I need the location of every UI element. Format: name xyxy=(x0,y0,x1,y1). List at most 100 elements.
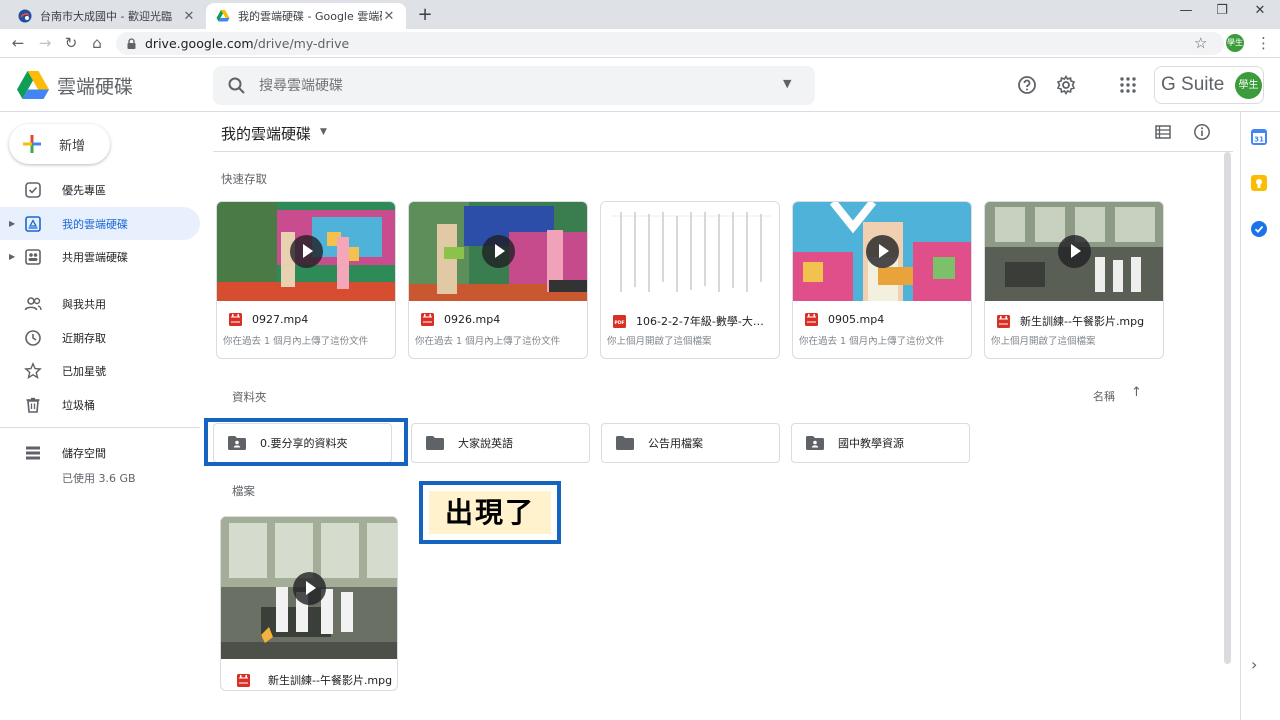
shared-with-me-icon xyxy=(24,296,42,310)
tab-school-site[interactable]: 台南市大成國中 - 歡迎光臨 ✕ xyxy=(8,3,206,29)
account-switcher[interactable]: G Suite 學生 xyxy=(1154,66,1264,104)
folders-heading: 資料夾 xyxy=(232,390,267,404)
pdf-file-icon: PDF xyxy=(613,314,626,328)
video-file-icon xyxy=(421,313,434,326)
tab-google-drive[interactable]: 我的雲端硬碟 - Google 雲端硬碟 ✕ xyxy=(206,3,406,29)
help-icon[interactable] xyxy=(1017,75,1037,95)
suggestion-reason: 你在過去 1 個月內上傳了這份文件 xyxy=(415,336,561,347)
shared-drives-icon xyxy=(25,248,41,265)
play-icon xyxy=(866,235,899,268)
sidebar-item-storage[interactable]: 儲存空間 xyxy=(0,436,200,469)
google-drive-logo[interactable] xyxy=(17,71,49,99)
annotation-callout: 出現了 xyxy=(419,481,561,544)
folder-name: 公告用檔案 xyxy=(648,437,703,450)
sidebar-item-priority[interactable]: 優先專區 xyxy=(0,173,200,206)
play-icon xyxy=(293,572,326,605)
avatar[interactable]: 學生 xyxy=(1235,72,1262,99)
sidebar-item-shared-with-me[interactable]: 與我共用 xyxy=(0,287,200,320)
file-name-label: 0927.mp4 xyxy=(252,313,309,326)
quick-access-card[interactable]: 新生訓練--午餐影片.mpg 你上個月開啟了這個檔案 xyxy=(984,201,1164,359)
back-button[interactable]: ← xyxy=(9,34,27,52)
search-input[interactable] xyxy=(259,74,759,98)
address-bar-row: ← → ↻ ⌂ drive.google.com/drive/my-drive … xyxy=(0,29,1280,58)
minimize-button[interactable]: — xyxy=(1176,3,1196,18)
title-dropdown-icon[interactable]: ▼ xyxy=(320,127,327,137)
expand-caret-icon[interactable]: ▶ xyxy=(9,219,15,228)
side-panel-rail: 31 › xyxy=(1240,112,1280,720)
calendar-icon[interactable]: 31 xyxy=(1251,129,1267,145)
sidebar-item-label: 我的雲端硬碟 xyxy=(62,217,128,231)
scrollbar[interactable] xyxy=(1224,152,1231,664)
sidebar-item-my-drive[interactable]: ▶ 我的雲端硬碟 xyxy=(0,207,200,240)
search-icon[interactable] xyxy=(227,76,247,96)
trash-icon xyxy=(26,397,40,413)
main-content: 我的雲端硬碟 ▼ 快速存取 0927.mp4 你在過去 1 個月內上傳了這份文件 xyxy=(204,112,1233,720)
forward-button[interactable]: → xyxy=(36,34,54,52)
sidebar-item-label: 儲存空間 xyxy=(62,446,106,460)
file-name-label: 0926.mp4 xyxy=(444,313,501,326)
sort-direction-icon[interactable]: ↑ xyxy=(1131,385,1142,400)
list-view-icon[interactable] xyxy=(1154,123,1172,141)
apps-grid-icon[interactable] xyxy=(1118,75,1138,95)
file-name: 0927.mp4 xyxy=(229,313,389,326)
new-button[interactable]: 新增 xyxy=(9,124,110,164)
url-path: /drive/my-drive xyxy=(253,36,350,51)
file-name: PDF 106-2-2-7年級-數學-大成... xyxy=(613,313,773,329)
folder-item[interactable]: 公告用檔案 xyxy=(601,423,780,463)
sidebar-divider xyxy=(0,427,200,428)
suggestion-reason: 你上個月開啟了這個檔案 xyxy=(607,336,712,347)
maximize-button[interactable]: ❐ xyxy=(1212,3,1232,18)
quick-access-card[interactable]: PDF 106-2-2-7年級-數學-大成... 你上個月開啟了這個檔案 xyxy=(600,201,780,359)
quick-access-card[interactable]: 0905.mp4 你在過去 1 個月內上傳了這份文件 xyxy=(792,201,972,359)
sidebar-item-starred[interactable]: 已加星號 xyxy=(0,354,200,387)
folder-icon xyxy=(426,436,444,450)
search-options-icon[interactable]: ▼ xyxy=(783,77,791,90)
product-name[interactable]: 雲端硬碟 xyxy=(57,72,133,99)
gsuite-label: G Suite xyxy=(1161,74,1225,95)
collapse-panel-icon[interactable]: › xyxy=(1251,655,1257,674)
sidebar-item-trash[interactable]: 垃圾桶 xyxy=(0,388,200,421)
new-button-label: 新增 xyxy=(59,138,86,154)
folder-item[interactable]: 國中教學資源 xyxy=(791,423,970,463)
search-bar[interactable]: ▼ xyxy=(213,66,815,105)
browser-profile-avatar[interactable]: 學生 xyxy=(1226,34,1244,52)
quick-access-card[interactable]: 0927.mp4 你在過去 1 個月內上傳了這份文件 xyxy=(216,201,396,359)
tasks-icon[interactable] xyxy=(1251,221,1267,237)
plus-icon xyxy=(23,135,41,153)
file-name-label: 106-2-2-7年級-數學-大成... xyxy=(636,315,773,328)
annotation-highlight-box xyxy=(204,418,408,466)
recent-clock-icon xyxy=(25,329,41,346)
sidebar-item-label: 近期存取 xyxy=(62,331,106,345)
page-title[interactable]: 我的雲端硬碟 xyxy=(221,123,311,144)
sort-by-name-button[interactable]: 名稱 xyxy=(1093,388,1115,404)
keep-icon[interactable] xyxy=(1251,175,1267,191)
pdf-thumbnail xyxy=(601,202,779,301)
browser-menu-icon[interactable]: ⋮ xyxy=(1256,34,1271,52)
sidebar-item-label: 與我共用 xyxy=(62,297,106,311)
video-file-icon xyxy=(805,313,818,326)
reload-button[interactable]: ↻ xyxy=(62,34,80,52)
expand-caret-icon[interactable]: ▶ xyxy=(9,252,15,261)
home-button[interactable]: ⌂ xyxy=(88,34,106,52)
browser-tab-bar: 台南市大成國中 - 歡迎光臨 ✕ 我的雲端硬碟 - Google 雲端硬碟 ✕ … xyxy=(0,0,1280,29)
folder-item[interactable]: 大家說英語 xyxy=(411,423,590,463)
calendar-date: 31 xyxy=(1254,136,1264,144)
google-drive-icon xyxy=(216,10,230,22)
settings-gear-icon[interactable] xyxy=(1056,75,1076,95)
bookmark-star-icon[interactable]: ☆ xyxy=(1194,34,1207,52)
info-icon[interactable] xyxy=(1193,123,1211,141)
sidebar-item-recent[interactable]: 近期存取 xyxy=(0,321,200,354)
window-close-button[interactable]: ✕ xyxy=(1250,3,1270,18)
close-icon[interactable]: ✕ xyxy=(182,9,196,24)
file-card[interactable]: 新生訓練--午餐影片.mpg xyxy=(220,516,398,691)
new-tab-button[interactable]: + xyxy=(415,4,435,25)
url-field[interactable]: drive.google.com/drive/my-drive xyxy=(116,32,1224,55)
suggestion-reason: 你在過去 1 個月內上傳了這份文件 xyxy=(223,336,369,347)
folder-icon xyxy=(616,436,634,450)
sidebar-item-shared-drives[interactable]: ▶ 共用雲端硬碟 xyxy=(0,240,200,273)
file-name-label: 新生訓練--午餐影片.mpg xyxy=(1020,315,1145,328)
quick-access-card[interactable]: 0926.mp4 你在過去 1 個月內上傳了這份文件 xyxy=(408,201,588,359)
lock-icon xyxy=(127,38,136,49)
school-globe-icon xyxy=(18,9,32,23)
close-icon[interactable]: ✕ xyxy=(382,9,396,24)
